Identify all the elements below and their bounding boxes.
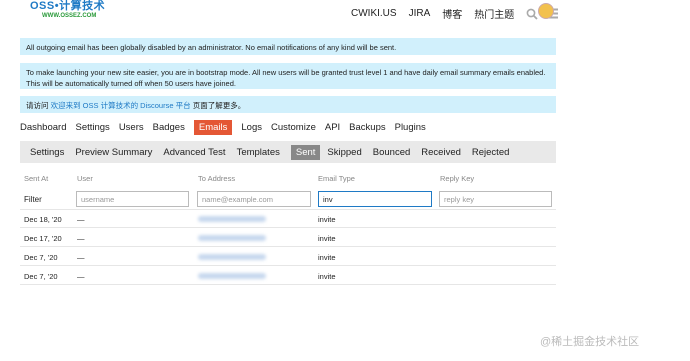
bootstrap-mode-notice: To make launching your new site easier, …: [20, 63, 556, 89]
nav-link-jira[interactable]: JIRA: [409, 8, 431, 19]
tab-emails[interactable]: Emails: [193, 120, 233, 135]
welcome-link[interactable]: 欢迎来到 OSS 计算技术的 Discourse 平台: [51, 101, 191, 110]
search-icon[interactable]: [526, 8, 538, 20]
table-row: Dec 17, '20 — invite: [20, 229, 556, 247]
subtab-sent[interactable]: Sent: [290, 144, 321, 160]
nav-link-hot-topics[interactable]: 热门主题: [474, 6, 514, 21]
site-header: OSS•计算技术 WWW.OSSEZ.COM CWIKI.US JIRA 博客 …: [0, 0, 690, 24]
user-cell: —: [77, 253, 85, 262]
tab-customize[interactable]: Customize: [271, 120, 316, 135]
email-type-cell: invite: [318, 253, 336, 262]
reply-key-filter-input[interactable]: [439, 191, 552, 207]
table-row: Dec 18, '20 — invite: [20, 210, 556, 228]
header-reply-key: Reply Key: [440, 174, 475, 183]
redacted-address: [198, 216, 266, 222]
user-cell: —: [77, 215, 85, 224]
welcome-notice: 请访问 欢迎来到 OSS 计算技术的 Discourse 平台 页面了解更多。: [20, 96, 556, 113]
subtab-skipped[interactable]: Skipped: [327, 147, 361, 158]
user-cell: —: [77, 272, 85, 281]
header-to-address: To Address: [198, 174, 236, 183]
subtab-templates[interactable]: Templates: [237, 147, 280, 158]
filter-label: Filter: [24, 195, 42, 204]
tab-users[interactable]: Users: [119, 120, 144, 135]
subtab-advanced-test[interactable]: Advanced Test: [163, 147, 225, 158]
nav-link-cwiki[interactable]: CWIKI.US: [351, 8, 397, 19]
email-type-cell: invite: [318, 234, 336, 243]
logo-subtitle: WWW.OSSEZ.COM: [42, 13, 97, 19]
subtab-rejected[interactable]: Rejected: [472, 147, 510, 158]
redacted-address: [198, 273, 266, 279]
welcome-prefix: 请访问: [26, 101, 49, 110]
sent-at-cell: Dec 18, '20: [24, 215, 62, 224]
subtab-bounced[interactable]: Bounced: [373, 147, 411, 158]
table-row: Dec 7, '20 — invite: [20, 267, 556, 285]
welcome-suffix: 页面了解更多。: [192, 101, 246, 110]
user-cell: —: [77, 234, 85, 243]
tab-backups[interactable]: Backups: [349, 120, 385, 135]
site-logo[interactable]: OSS•计算技术 WWW.OSSEZ.COM: [30, 1, 105, 20]
tab-badges[interactable]: Badges: [153, 120, 185, 135]
redacted-address: [198, 254, 266, 260]
email-type-cell: invite: [318, 272, 336, 281]
table-row: Dec 7, '20 — invite: [20, 248, 556, 266]
tab-dashboard[interactable]: Dashboard: [20, 120, 66, 135]
sent-at-cell: Dec 7, '20: [24, 253, 58, 262]
admin-nav: Dashboard Settings Users Badges Emails L…: [20, 120, 435, 135]
nav-link-blog[interactable]: 博客: [442, 6, 462, 21]
subtab-preview-summary[interactable]: Preview Summary: [75, 147, 152, 158]
address-filter-input[interactable]: [197, 191, 311, 207]
subtab-received[interactable]: Received: [421, 147, 461, 158]
sent-at-cell: Dec 17, '20: [24, 234, 62, 243]
email-type-cell: invite: [318, 215, 336, 224]
logo-title: OSS•计算技术: [30, 0, 106, 12]
header-user: User: [77, 174, 93, 183]
user-avatar[interactable]: [538, 3, 554, 19]
tab-settings[interactable]: Settings: [75, 120, 109, 135]
tab-api[interactable]: API: [325, 120, 340, 135]
top-nav: CWIKI.US JIRA 博客 热门主题: [351, 6, 566, 21]
email-sub-nav: Settings Preview Summary Advanced Test T…: [20, 141, 556, 163]
sent-at-cell: Dec 7, '20: [24, 272, 58, 281]
email-disabled-notice: All outgoing email has been globally dis…: [20, 38, 556, 55]
subtab-settings[interactable]: Settings: [30, 147, 64, 158]
watermark: @稀土掘金技术社区: [540, 336, 640, 348]
tab-plugins[interactable]: Plugins: [395, 120, 426, 135]
tab-logs[interactable]: Logs: [241, 120, 262, 135]
header-email-type: Email Type: [318, 174, 355, 183]
header-sent-at: Sent At: [24, 174, 49, 183]
user-filter-input[interactable]: [76, 191, 189, 207]
email-type-filter-input[interactable]: [318, 191, 432, 207]
redacted-address: [198, 235, 266, 241]
